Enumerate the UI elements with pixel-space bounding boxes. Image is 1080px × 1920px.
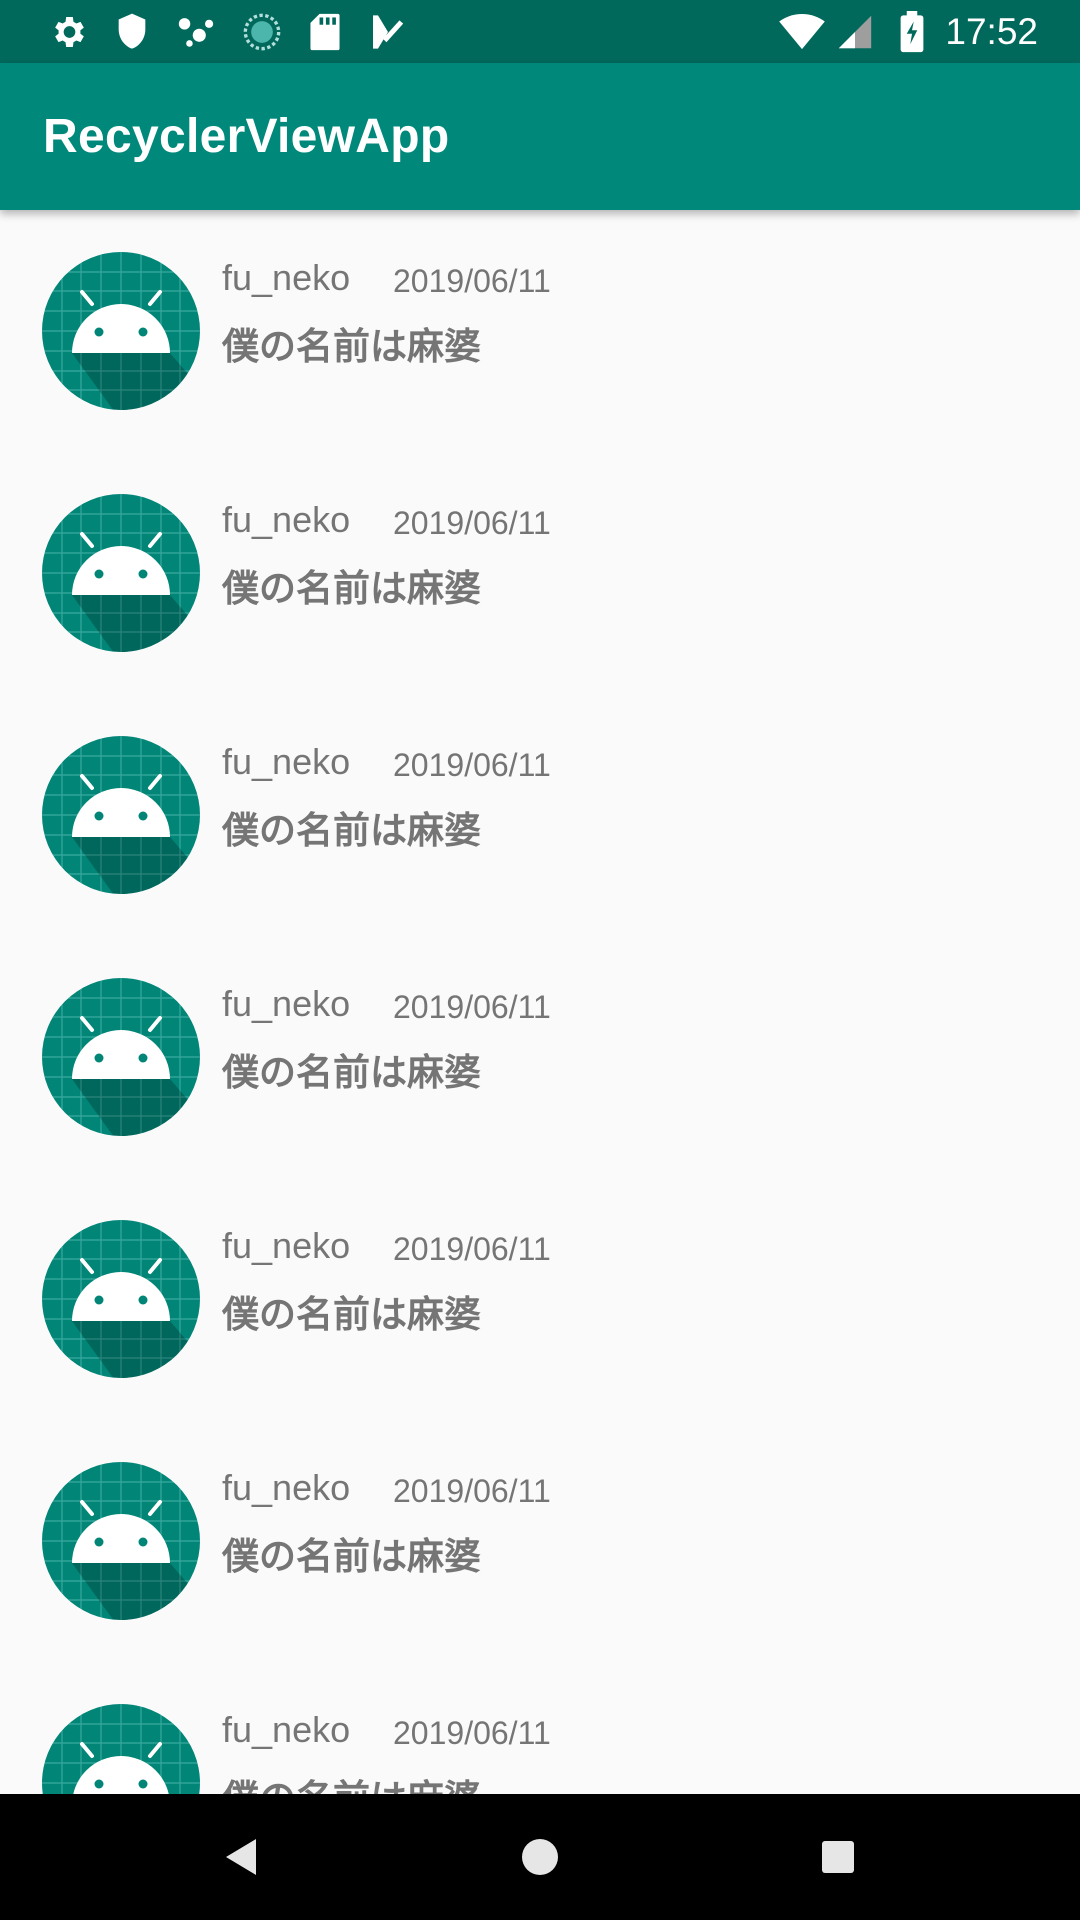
back-icon[interactable] [214, 1829, 270, 1885]
list-item[interactable]: fu_neko 2019/06/11 僕の名前は麻婆 [0, 694, 1080, 936]
navigation-bar [0, 1794, 1080, 1920]
item-message: 僕の名前は麻婆 [222, 809, 481, 852]
recycler-list[interactable]: fu_neko 2019/06/11 僕の名前は麻婆 fu_neko 2019/… [0, 210, 1080, 1794]
item-message: 僕の名前は麻婆 [222, 1768, 481, 1794]
item-name: fu_neko [222, 1709, 351, 1750]
cell-signal-icon [837, 13, 873, 51]
list-item[interactable]: fu_neko 2019/06/11 僕の名前は麻婆 [0, 1178, 1080, 1420]
item-name: fu_neko [222, 1467, 351, 1508]
item-message: 僕の名前は麻婆 [222, 567, 481, 610]
android-icon [42, 736, 200, 894]
assistant-icon [176, 14, 216, 50]
screen: 17:52 RecyclerViewApp fu_neko 2019/06/11… [0, 0, 1080, 1920]
sd-card-icon [308, 12, 342, 52]
item-date: 2019/06/11 [393, 989, 551, 1025]
item-name: fu_neko [222, 257, 351, 298]
item-message: 僕の名前は麻婆 [222, 1051, 481, 1094]
sync-icon [242, 12, 282, 52]
item-name: fu_neko [222, 983, 351, 1024]
battery-charging-icon [899, 10, 925, 53]
list-item[interactable]: fu_neko 2019/06/11 僕の名前は麻婆 [0, 1662, 1080, 1794]
item-date: 2019/06/11 [393, 1473, 551, 1509]
android-icon [42, 978, 200, 1136]
item-date: 2019/06/11 [393, 747, 551, 783]
wifi-icon [779, 13, 826, 51]
android-icon [42, 1704, 200, 1794]
list-item[interactable]: fu_neko 2019/06/11 僕の名前は麻婆 [0, 210, 1080, 452]
app-bar: RecyclerViewApp [0, 63, 1080, 210]
status-time: 17:52 [945, 10, 1038, 52]
settings-icon [48, 12, 88, 52]
item-date: 2019/06/11 [393, 1231, 551, 1267]
item-message: 僕の名前は麻婆 [222, 1535, 481, 1578]
shield-icon [114, 12, 150, 52]
item-date: 2019/06/11 [393, 505, 551, 541]
status-bar-left [48, 12, 434, 52]
android-icon [42, 1220, 200, 1378]
app-title: RecyclerViewApp [43, 110, 450, 163]
item-message: 僕の名前は麻婆 [222, 1293, 481, 1336]
home-icon[interactable] [512, 1829, 568, 1885]
list-item[interactable]: fu_neko 2019/06/11 僕の名前は麻婆 [0, 936, 1080, 1178]
android-icon [42, 494, 200, 652]
item-date: 2019/06/11 [393, 263, 551, 299]
item-message: 僕の名前は麻婆 [222, 325, 481, 368]
recent-apps-icon[interactable] [810, 1829, 866, 1885]
item-name: fu_neko [222, 1225, 351, 1266]
android-icon [42, 1462, 200, 1620]
status-bar: 17:52 [0, 0, 1080, 63]
list-item[interactable]: fu_neko 2019/06/11 僕の名前は麻婆 [0, 452, 1080, 694]
item-date: 2019/06/11 [393, 1715, 551, 1751]
list-item[interactable]: fu_neko 2019/06/11 僕の名前は麻婆 [0, 1420, 1080, 1662]
item-name: fu_neko [222, 499, 351, 540]
status-bar-right: 17:52 [767, 10, 1038, 53]
item-name: fu_neko [222, 741, 351, 782]
task-icon [368, 12, 408, 52]
android-icon [42, 252, 200, 410]
